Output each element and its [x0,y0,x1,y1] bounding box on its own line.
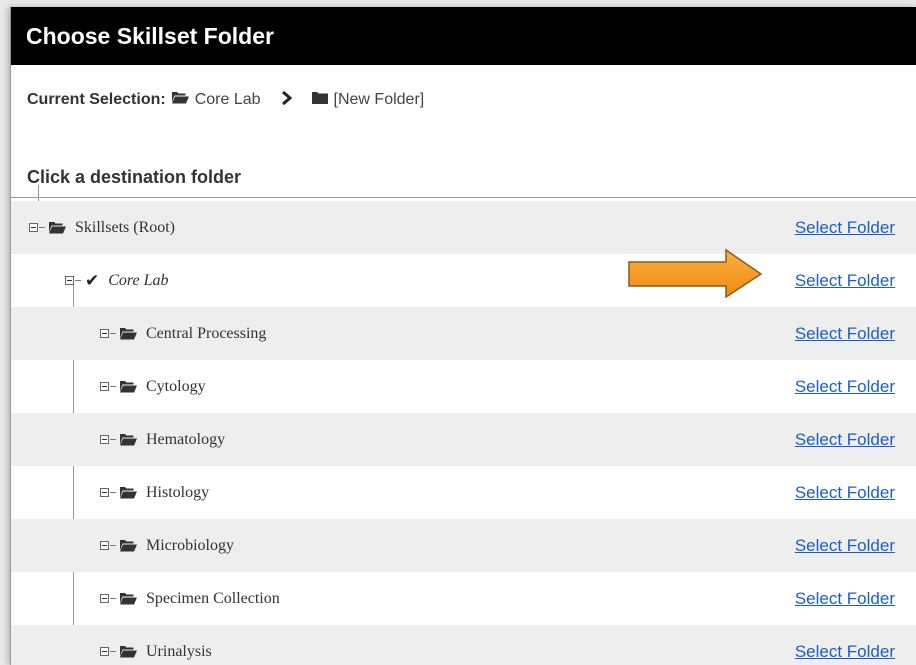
tree-row-cytology[interactable]: Cytology Select Folder [11,360,916,413]
checkmark-icon: ✔ [85,270,100,291]
chevron-right-icon [281,90,292,110]
breadcrumb-core-lab: Core Lab [194,91,261,108]
tree-node-microbiology[interactable]: Microbiology [100,537,234,555]
tree-node-label: Central Processing [146,324,267,342]
collapse-toggle-icon[interactable] [100,541,109,550]
select-folder-link[interactable]: Select Folder [795,430,895,450]
folder-open-icon [120,433,137,446]
folder-open-icon [120,327,137,340]
folder-open-icon [120,380,137,393]
breadcrumb-new-folder: [New Folder] [333,91,425,108]
folder-closed-icon [311,91,328,109]
tree-top-divider [11,197,916,198]
tree-row-urinalysis[interactable]: Urinalysis Select Folder [11,625,916,665]
collapse-toggle-icon[interactable] [100,488,109,497]
select-folder-link[interactable]: Select Folder [795,642,895,662]
tree-node-label: Specimen Collection [146,589,280,607]
select-folder-link[interactable]: Select Folder [795,377,895,397]
tree-node-core-lab[interactable]: ✔ Core Lab [65,271,169,291]
tree-node-root[interactable]: Skillsets (Root) [29,219,175,237]
folder-open-icon [171,91,189,109]
current-selection: Current Selection: Core Lab [New Folder] [27,90,424,110]
select-folder-link[interactable]: Select Folder [795,324,895,344]
collapse-toggle-icon[interactable] [100,382,109,391]
tree-node-label: Skillsets (Root) [75,218,176,236]
tree-row-central-processing[interactable]: Central Processing Select Folder [11,307,916,360]
folder-open-icon [49,221,66,234]
tree-node-label: Cytology [146,377,206,395]
folder-open-icon [120,645,137,658]
tree-node-specimen-collection[interactable]: Specimen Collection [100,590,280,608]
select-folder-link[interactable]: Select Folder [795,536,895,556]
tree-node-label: Hematology [146,430,226,448]
tree-row-core-lab[interactable]: ✔ Core Lab Select Folder [11,254,916,307]
tree-node-cytology[interactable]: Cytology [100,378,206,396]
tree-row-histology[interactable]: Histology Select Folder [11,466,916,519]
choose-folder-dialog: Choose Skillset Folder Current Selection… [10,7,916,665]
tree-row-root[interactable]: Skillsets (Root) Select Folder [11,201,916,254]
tree-node-hematology[interactable]: Hematology [100,431,225,449]
tree-node-central-processing[interactable]: Central Processing [100,325,266,343]
select-folder-link-core-lab[interactable]: Select Folder [795,271,895,291]
collapse-toggle-icon[interactable] [29,223,38,232]
folder-open-icon [120,486,137,499]
folder-open-icon [120,592,137,605]
annotation-arrow-icon [628,248,763,299]
tree-node-label: Microbiology [146,536,234,554]
tree-row-microbiology[interactable]: Microbiology Select Folder [11,519,916,572]
tree-node-label: Core Lab [108,271,169,289]
tree-row-hematology[interactable]: Hematology Select Folder [11,413,916,466]
select-folder-link[interactable]: Select Folder [795,589,895,609]
tree-node-label: Histology [146,483,210,501]
dialog-title: Choose Skillset Folder [11,7,916,65]
collapse-toggle-icon[interactable] [100,594,109,603]
tree-node-histology[interactable]: Histology [100,484,209,502]
tree-row-specimen-collection[interactable]: Specimen Collection Select Folder [11,572,916,625]
current-selection-label: Current Selection: [27,91,166,108]
select-folder-link-root[interactable]: Select Folder [795,218,895,238]
tree-node-label: Urinalysis [146,642,212,660]
select-folder-link[interactable]: Select Folder [795,483,895,503]
tree-heading: Click a destination folder [27,167,242,187]
folder-open-icon [120,539,137,552]
tree-node-urinalysis[interactable]: Urinalysis [100,643,212,661]
collapse-toggle-icon[interactable] [100,435,109,444]
folder-tree: Skillsets (Root) Select Folder ✔ Core La… [11,201,916,665]
collapse-toggle-icon[interactable] [65,276,74,285]
collapse-toggle-icon[interactable] [100,329,109,338]
collapse-toggle-icon[interactable] [100,647,109,656]
